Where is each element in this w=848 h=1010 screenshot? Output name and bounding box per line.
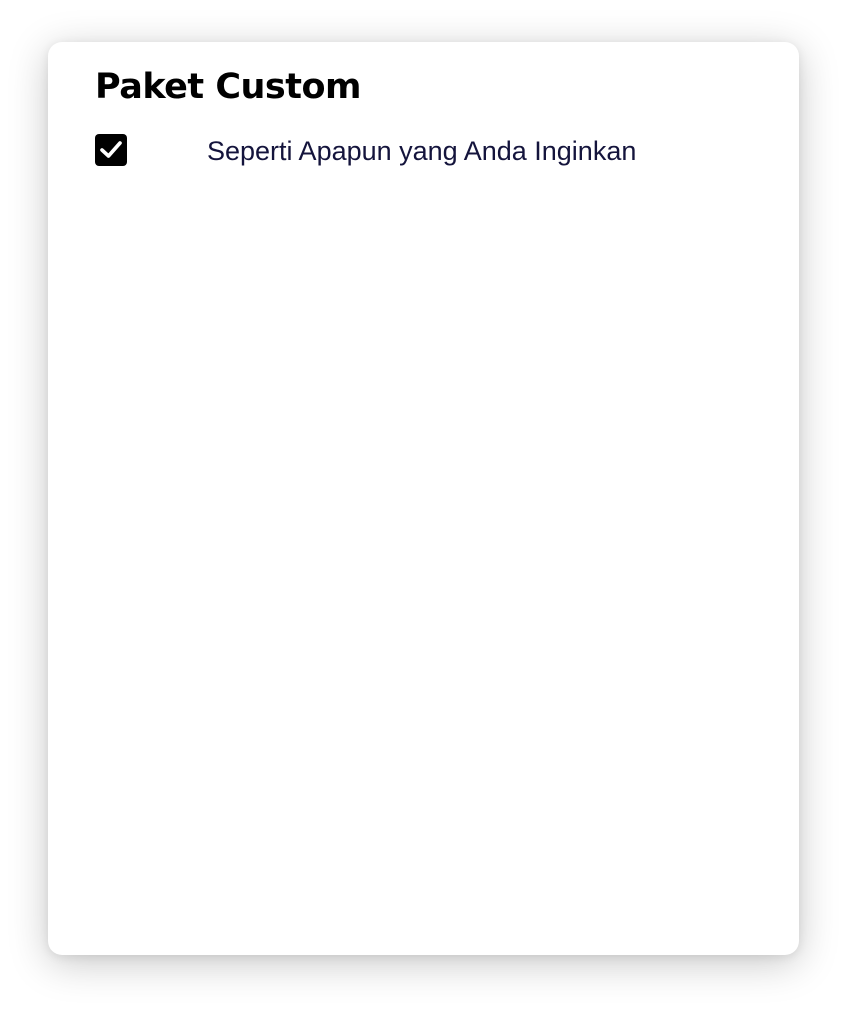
- package-card: Paket Custom Seperti Apapun yang Anda In…: [48, 42, 799, 955]
- feature-label: Seperti Apapun yang Anda Inginkan: [207, 136, 637, 166]
- feature-item: Seperti Apapun yang Anda Inginkan: [95, 134, 755, 168]
- package-title: Paket Custom: [95, 67, 362, 107]
- check-icon: [100, 141, 122, 158]
- feature-checkbox[interactable]: [95, 134, 127, 166]
